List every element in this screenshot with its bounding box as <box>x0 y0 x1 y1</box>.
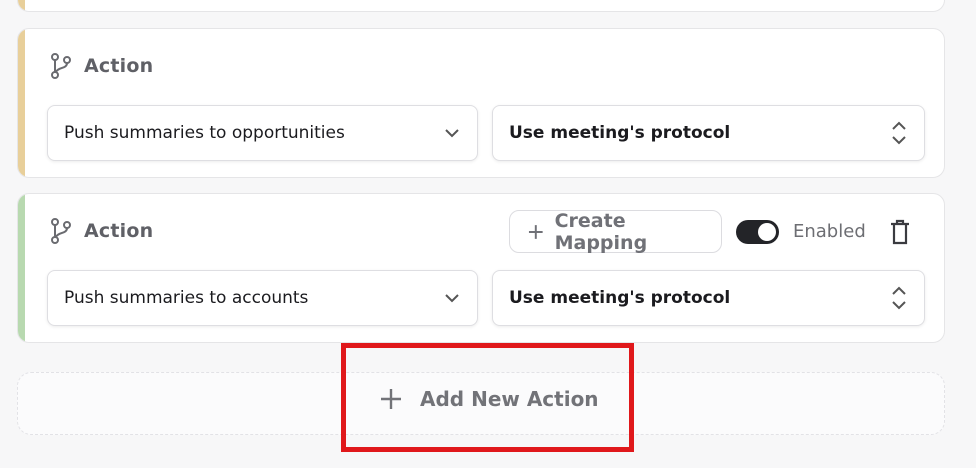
create-mapping-label: Create Mapping <box>554 209 648 254</box>
action-card-previous <box>17 0 945 12</box>
updown-chevron-icon <box>892 286 906 310</box>
add-new-action-label: Add New Action <box>420 387 599 411</box>
branch-icon <box>51 53 71 79</box>
action-header: Action <box>50 52 153 80</box>
trigger-select-value: Push summaries to accounts <box>64 288 309 308</box>
chevron-down-icon <box>445 294 459 303</box>
add-action-dropzone[interactable]: Add New Action <box>17 372 945 435</box>
branch-icon <box>51 218 71 244</box>
enabled-toggle[interactable] <box>736 220 779 244</box>
trigger-select[interactable]: Push summaries to opportunities <box>47 105 478 161</box>
action-card: Action Create Mapping Enabled Push summa… <box>17 193 945 343</box>
protocol-select-value: Use meeting's protocol <box>509 123 731 143</box>
trigger-select-value: Push summaries to opportunities <box>64 123 345 143</box>
card-stripe <box>18 0 25 11</box>
protocol-select[interactable]: Use meeting's protocol <box>492 270 925 326</box>
plus-icon <box>528 224 543 239</box>
add-new-action-button[interactable]: Add New Action <box>380 387 599 411</box>
enabled-label: Enabled <box>793 221 866 242</box>
plus-icon <box>381 389 401 409</box>
protocol-select-value: Use meeting's protocol <box>509 288 731 308</box>
protocol-select[interactable]: Use meeting's protocol <box>492 105 925 161</box>
trigger-select[interactable]: Push summaries to accounts <box>47 270 478 326</box>
actions-panel: Action Push summaries to opportunities U… <box>0 0 976 468</box>
action-header: Action <box>50 217 153 245</box>
action-card: Action Push summaries to opportunities U… <box>17 28 945 178</box>
card-stripe <box>18 29 25 177</box>
chevron-down-icon <box>445 129 459 138</box>
action-title: Action <box>84 220 154 242</box>
updown-chevron-icon <box>892 121 906 145</box>
card-stripe <box>18 194 25 342</box>
toggle-knob <box>758 223 776 241</box>
action-title: Action <box>84 55 154 77</box>
trash-icon[interactable] <box>890 219 910 245</box>
create-mapping-button[interactable]: Create Mapping <box>509 209 722 254</box>
